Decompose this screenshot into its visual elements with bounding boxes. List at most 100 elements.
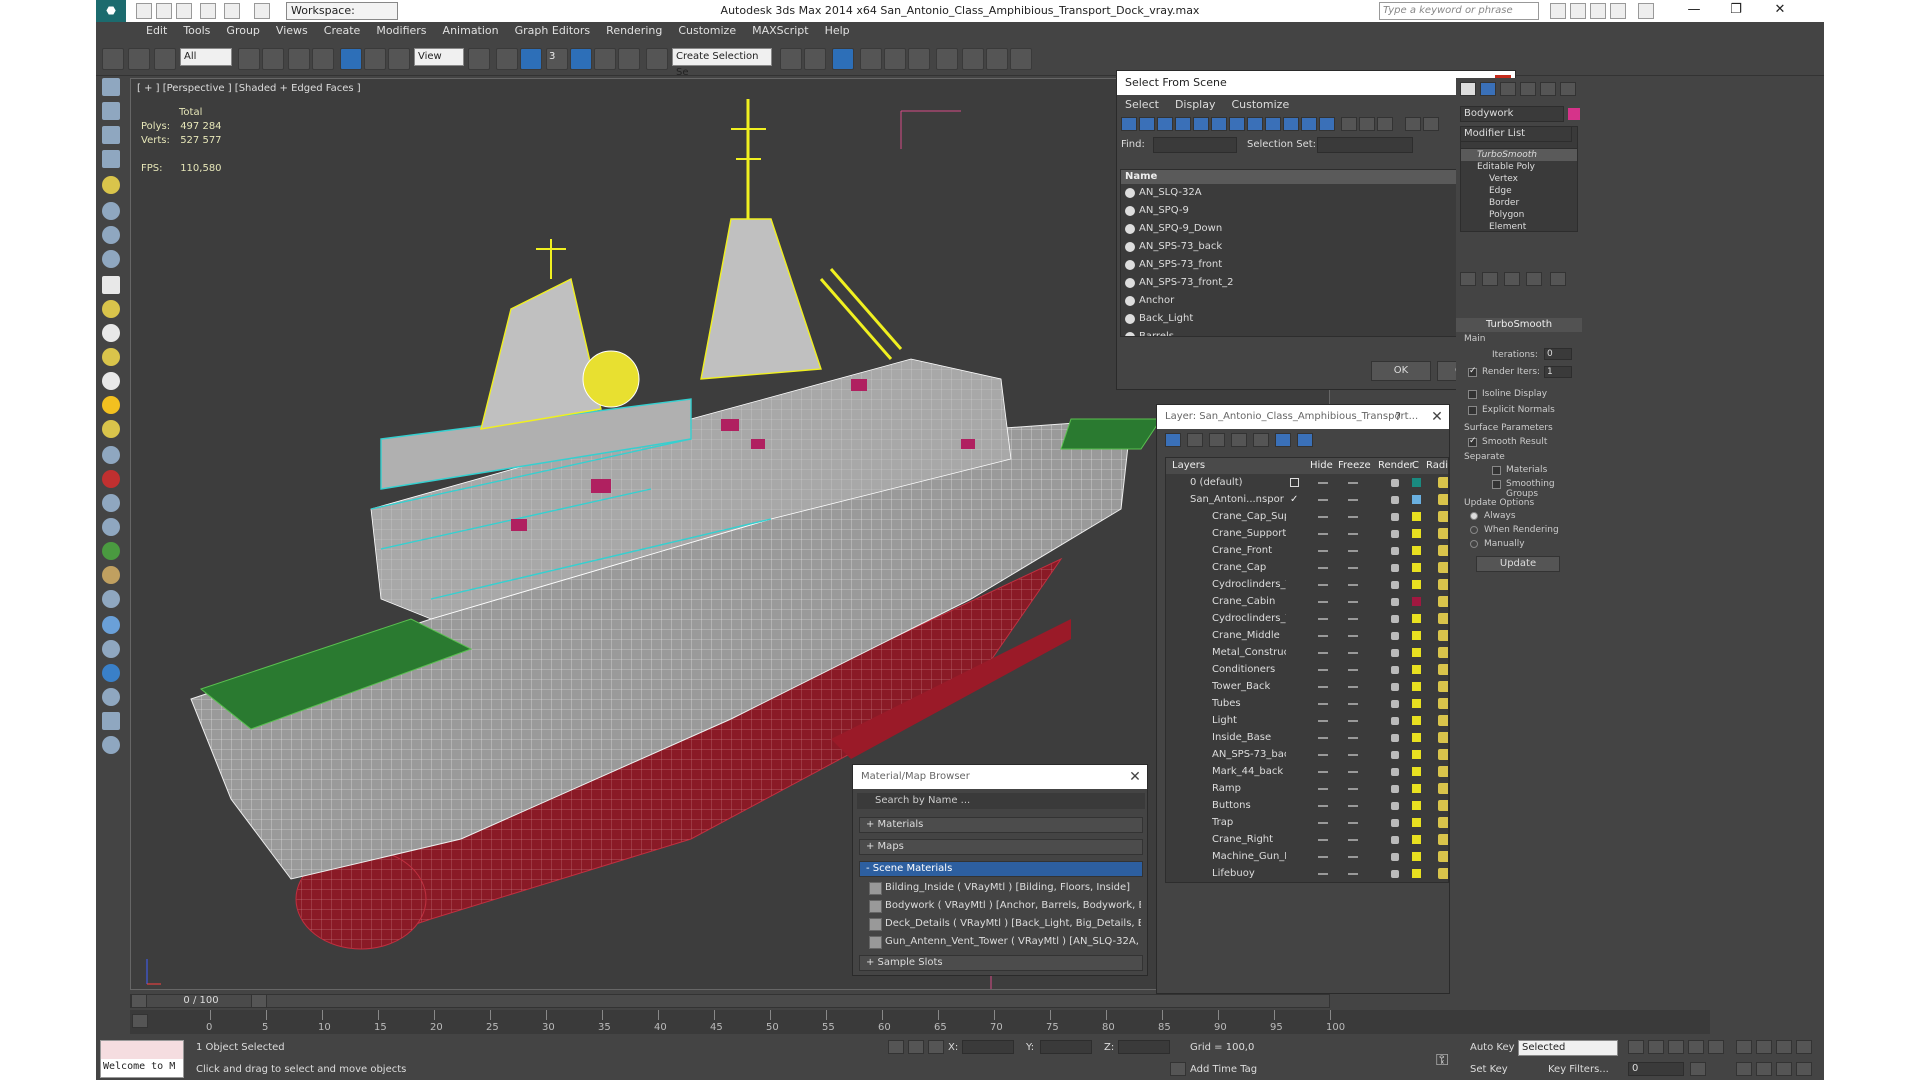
freeze-toggle[interactable] (1348, 635, 1358, 637)
freeze-toggle[interactable] (1348, 771, 1358, 773)
hide-toggle[interactable] (1318, 788, 1328, 790)
object-name-field[interactable]: Bodywork (1460, 106, 1564, 122)
hide-toggle[interactable] (1318, 805, 1328, 807)
close-icon[interactable]: ✕ (1429, 409, 1445, 425)
freeze-toggle[interactable] (1348, 686, 1358, 688)
sfs-menu-select[interactable]: Select (1117, 95, 1167, 115)
radiosity-toggle-icon[interactable] (1438, 511, 1448, 522)
object-color-swatch[interactable] (1412, 750, 1421, 759)
smoothing-groups-checkbox[interactable] (1492, 480, 1501, 489)
object-color-swatch[interactable] (1412, 512, 1421, 521)
freeze-toggle[interactable] (1348, 805, 1358, 807)
stack-edge[interactable]: Edge (1461, 185, 1577, 197)
menu-graph-editors[interactable]: Graph Editors (507, 22, 599, 40)
goto-start-icon[interactable] (1628, 1040, 1644, 1054)
render-toggle-icon[interactable] (1391, 547, 1399, 555)
scene-icon[interactable] (102, 688, 120, 706)
minimize-icon[interactable]: — (1674, 2, 1714, 20)
always-radio[interactable] (1470, 512, 1478, 520)
layer-row-default[interactable]: 0 (default) (1166, 474, 1448, 491)
radiosity-toggle-icon[interactable] (1438, 749, 1448, 760)
orbit-icon[interactable] (1776, 1062, 1792, 1076)
layer-object-row[interactable]: Conditioners (1166, 661, 1448, 678)
layer-object-row[interactable]: Inside_Base (1166, 729, 1448, 746)
object-color-swatch[interactable] (1412, 835, 1421, 844)
object-color-swatch[interactable] (1412, 716, 1421, 725)
render-toggle-icon[interactable] (1391, 819, 1399, 827)
hide-toggle[interactable] (1318, 669, 1328, 671)
freeze-toggle[interactable] (1348, 499, 1358, 501)
layer-object-row[interactable]: Cydroclinders_V (1166, 576, 1448, 593)
question-icon[interactable] (102, 736, 120, 754)
sun-icon[interactable] (102, 396, 120, 414)
hide-toggle[interactable] (1318, 618, 1328, 620)
hide-toggle[interactable] (1318, 499, 1328, 501)
material-search-input[interactable]: Search by Name ... (857, 793, 1145, 809)
grid-icon[interactable] (102, 150, 120, 168)
filter-cameras-icon[interactable] (1175, 117, 1191, 131)
freeze-toggle[interactable] (1348, 703, 1358, 705)
close-icon[interactable]: ✕ (1760, 2, 1800, 20)
schematic-view-icon[interactable] (908, 48, 930, 70)
render-toggle-icon[interactable] (1391, 564, 1399, 572)
radiosity-toggle-icon[interactable] (1438, 596, 1448, 607)
angle-snap-icon[interactable] (570, 48, 592, 70)
object-color-swatch[interactable] (1412, 580, 1421, 589)
subscription-icon[interactable] (1570, 3, 1586, 19)
layer-object-row[interactable]: Buttons (1166, 797, 1448, 814)
filter-spacewarps-icon[interactable] (1211, 117, 1227, 131)
isoline-checkbox[interactable] (1468, 390, 1477, 399)
menu-maxscript[interactable]: MAXScript (744, 22, 816, 40)
y-coord-input[interactable] (1040, 1040, 1092, 1054)
cone-icon[interactable] (102, 348, 120, 366)
radiosity-toggle-icon[interactable] (1438, 817, 1448, 828)
object-color-swatch[interactable] (1412, 784, 1421, 793)
category-scene-materials[interactable]: - Scene Materials (859, 861, 1143, 877)
manually-radio[interactable] (1470, 540, 1478, 548)
modifier-list-field[interactable]: Modifier List (1460, 126, 1572, 142)
filter-groups-icon[interactable] (1229, 117, 1245, 131)
delete-layer-icon[interactable] (1187, 433, 1203, 447)
panel-icon[interactable] (102, 712, 120, 730)
freeze-toggle[interactable] (1348, 720, 1358, 722)
object-color-swatch[interactable] (1568, 108, 1580, 120)
layer-object-row[interactable]: Crane_Support (1166, 525, 1448, 542)
menu-create[interactable]: Create (316, 22, 369, 40)
layer-object-row[interactable]: Light (1166, 712, 1448, 729)
x-coord-input[interactable] (962, 1040, 1014, 1054)
unlink-icon[interactable] (128, 48, 150, 70)
hide-toggle[interactable] (1318, 771, 1328, 773)
auto-key-button[interactable]: Auto Key (1470, 1042, 1515, 1053)
col-radiosity[interactable]: Radiosity (1426, 460, 1448, 471)
freeze-toggle[interactable] (1348, 737, 1358, 739)
set-key-button[interactable]: Set Key (1470, 1064, 1508, 1075)
radiosity-toggle-icon[interactable] (1438, 494, 1448, 505)
turbosmooth-rollout[interactable]: TurboSmooth (1456, 318, 1582, 332)
col-render[interactable]: Render (1378, 460, 1414, 471)
object-color-swatch[interactable] (1412, 852, 1421, 861)
toggle-ribbon-icon[interactable] (860, 48, 882, 70)
named-selection-dropdown[interactable]: Create Selection Se (672, 48, 772, 78)
filter-frozen-icon[interactable] (1301, 117, 1317, 131)
select-layer-icon[interactable] (1231, 433, 1247, 447)
stack-editable-poly[interactable]: Editable Poly (1461, 161, 1577, 173)
play-icon[interactable] (1668, 1040, 1684, 1054)
show-end-result-icon[interactable] (1482, 272, 1498, 286)
scene-object-list[interactable]: Name AN_SLQ-32A AN_SPQ-9 AN_SPQ-9_Down AN_S… (1120, 169, 1510, 337)
freeze-toggle[interactable] (1348, 584, 1358, 586)
zoom-icon[interactable] (1736, 1040, 1752, 1054)
hide-toggle[interactable] (1318, 567, 1328, 569)
filter-shapes-icon[interactable] (1139, 117, 1155, 131)
prev-frame-icon[interactable] (131, 994, 147, 1008)
hide-toggle[interactable] (1318, 737, 1328, 739)
scene-object-row[interactable]: AN_SLQ-32A (1121, 184, 1509, 202)
foliage-icon[interactable] (102, 542, 120, 560)
hierarchy-icon[interactable] (102, 494, 120, 512)
object-color-swatch[interactable] (1412, 529, 1421, 538)
radiosity-toggle-icon[interactable] (1438, 851, 1448, 862)
freeze-toggle[interactable] (1348, 873, 1358, 875)
hide-toggle[interactable] (1318, 822, 1328, 824)
freeze-toggle[interactable] (1348, 822, 1358, 824)
rect-selection-icon[interactable] (288, 48, 310, 70)
track-bar[interactable]: 0 5 10 15 20 25 30 35 40 45 50 55 60 65 70 75 80 85 90 95 10… (130, 1010, 1710, 1034)
